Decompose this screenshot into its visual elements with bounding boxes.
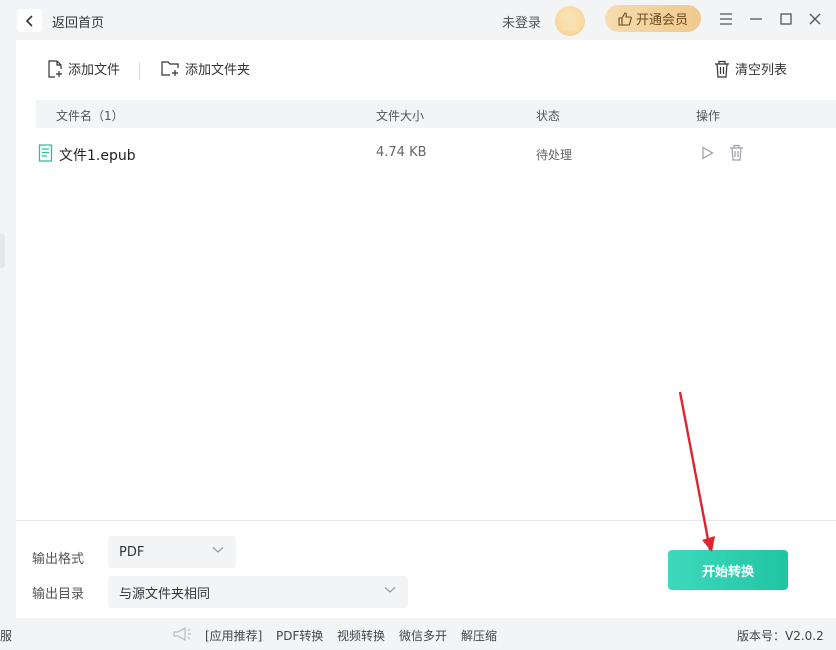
output-dir-label: 输出目录 <box>32 587 85 602</box>
output-dir-select[interactable]: 与源文件夹相同 <box>108 576 408 608</box>
chevron-down-icon <box>212 547 224 553</box>
file-name: 文件1.epub <box>59 148 136 164</box>
close-button[interactable] <box>806 10 824 28</box>
chevron-down-icon <box>384 587 396 593</box>
add-file-label: 添加文件 <box>68 63 121 78</box>
footer-link-wechat[interactable]: 微信多开 <box>399 627 447 644</box>
trash-icon <box>715 60 729 78</box>
column-header-actions: 操作 <box>696 109 721 123</box>
file-status: 待处理 <box>536 148 573 162</box>
toolbar-divider <box>139 62 140 80</box>
column-header-size: 文件大小 <box>376 109 425 123</box>
file-table-header: 文件名（1） 文件大小 状态 操作 <box>36 100 836 128</box>
add-folder-label: 添加文件夹 <box>185 63 251 78</box>
output-format-label: 输出格式 <box>32 552 85 567</box>
minimize-icon <box>750 18 762 20</box>
add-folder-button[interactable]: 添加文件夹 <box>161 59 250 78</box>
add-file-icon <box>48 59 62 78</box>
version-text: 版本号：V2.0.2 <box>737 629 824 643</box>
document-icon <box>38 144 53 162</box>
vip-label: 开通会员 <box>635 13 688 28</box>
footer-link-unzip[interactable]: 解压缩 <box>461 627 497 644</box>
column-header-status: 状态 <box>536 109 561 123</box>
footer-link-video[interactable]: 视频转换 <box>337 627 385 644</box>
output-dir-value: 与源文件夹相同 <box>119 586 211 602</box>
title-bar: 返回首页 未登录 开通会员 <box>0 0 836 40</box>
maximize-button[interactable] <box>777 10 795 28</box>
clear-list-button[interactable]: 清空列表 <box>714 59 787 78</box>
add-folder-icon <box>161 61 179 76</box>
toolbar: 添加文件 添加文件夹 清空列表 <box>16 40 836 100</box>
footer: 服 [应用推荐] PDF转换 视频转换 微信多开 解压缩 版本号：V2.0.2 <box>0 618 836 650</box>
clear-list-label: 清空列表 <box>735 63 788 78</box>
delete-icon[interactable] <box>729 144 744 161</box>
side-tab[interactable] <box>0 234 5 268</box>
table-row[interactable]: 文件1.epub 4.74 KB 待处理 <box>36 138 836 168</box>
minimize-button[interactable] <box>747 10 765 28</box>
add-file-button[interactable]: 添加文件 <box>47 59 120 78</box>
output-format-select[interactable]: PDF <box>108 536 236 568</box>
user-avatar-icon <box>562 14 578 30</box>
main-panel: 添加文件 添加文件夹 清空列表 文件名（1） 文件大小 状态 操作 文件1.ep… <box>16 40 836 618</box>
back-button[interactable] <box>17 9 42 32</box>
back-label[interactable]: 返回首页 <box>52 12 104 31</box>
annotation-arrow <box>678 391 715 552</box>
footer-link-pdf[interactable]: PDF转换 <box>276 627 323 644</box>
play-icon[interactable] <box>701 146 714 160</box>
menu-button[interactable] <box>717 10 735 28</box>
maximize-icon <box>780 13 792 25</box>
vip-button[interactable]: 开通会员 <box>605 5 701 32</box>
chevron-left-icon <box>25 14 33 27</box>
output-format-value: PDF <box>119 544 145 560</box>
avatar[interactable] <box>555 6 585 36</box>
footer-app-recommend[interactable]: [应用推荐] <box>205 627 262 644</box>
login-status[interactable]: 未登录 <box>502 12 541 31</box>
close-icon <box>809 13 821 25</box>
file-size: 4.74 KB <box>376 145 427 160</box>
menu-icon <box>720 13 732 25</box>
thumbs-up-icon <box>618 11 632 26</box>
megaphone-icon <box>173 626 191 642</box>
column-header-name: 文件名（1） <box>56 109 124 123</box>
footer-edge-text: 服 <box>0 629 13 643</box>
